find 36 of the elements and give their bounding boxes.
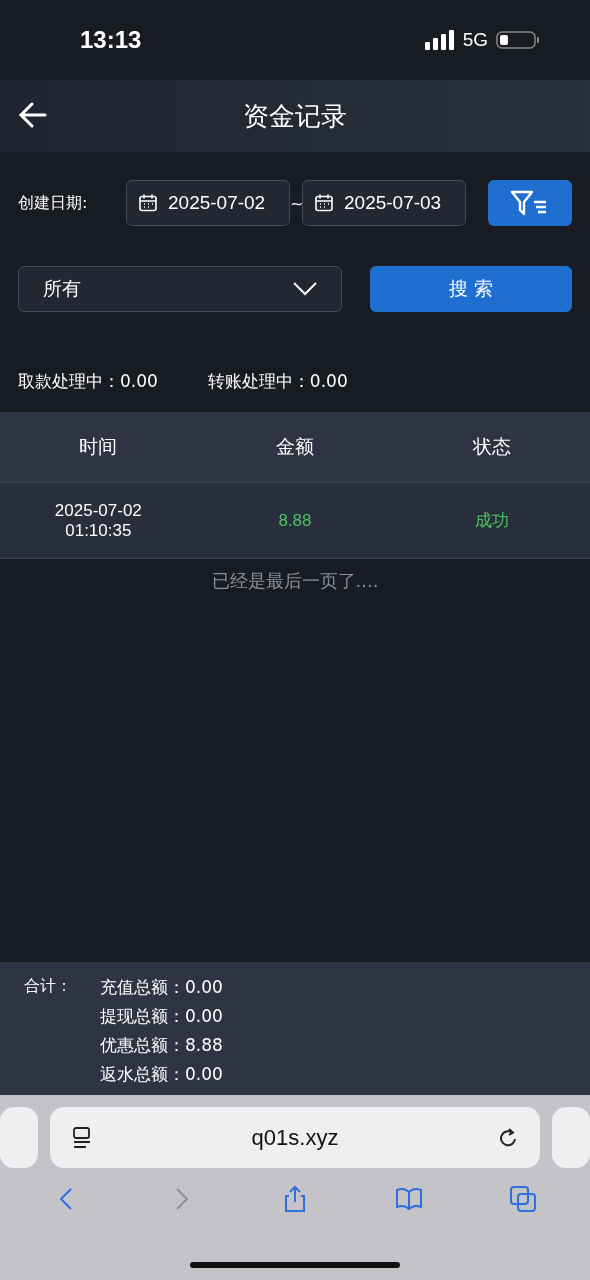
clock: 13:13 [80,26,142,54]
chevron-down-icon [293,282,317,296]
pending-amount: 转账处理中：0.00 [207,370,348,393]
time-cell: 01:10:35 [65,520,132,541]
filter-button[interactable] [488,180,572,226]
column-header: 金额 [276,434,314,459]
total-item: 提现总额：0.00 [100,1005,223,1028]
pending-amount: 取款处理中：0.00 [18,370,158,393]
totals-label: 合计： [24,976,72,997]
amount-cell: 8.88 [278,510,312,531]
total-item: 返水总额：0.00 [100,1063,223,1086]
start-date-field[interactable]: 2025-07-02 [126,180,290,226]
signal-icon [424,30,455,50]
battery-icon [496,30,540,50]
type-select[interactable]: 所有 [18,266,342,312]
back-arrow-icon [18,100,48,130]
address-bar[interactable]: q01s.xyz [50,1107,540,1168]
calendar-icon [138,193,158,213]
status-cell-text: 成功 [474,510,509,532]
search-button[interactable]: 搜 索 [370,266,572,312]
total-item: 充值总额：0.00 [100,976,223,999]
tab-preview[interactable] [0,1107,38,1168]
network-label: 5G [462,29,488,51]
end-of-list-note: 已经是最后一页了.... [211,570,379,591]
column-header: 时间 [79,434,118,459]
calendar-icon [314,193,334,213]
range-separator: ~ [290,193,302,213]
column-header: 状态 [472,434,511,459]
total-item: 优惠总额：8.88 [100,1034,223,1057]
page-title: 资金记录 [243,99,347,133]
date-cell: 2025-07-02 [54,500,142,521]
date-label: 创建日期: [18,192,89,214]
tab-preview[interactable] [552,1107,590,1168]
tabs-icon [508,1184,538,1214]
end-date-field[interactable]: 2025-07-03 [302,180,466,226]
tabs-button[interactable] [508,1184,538,1214]
